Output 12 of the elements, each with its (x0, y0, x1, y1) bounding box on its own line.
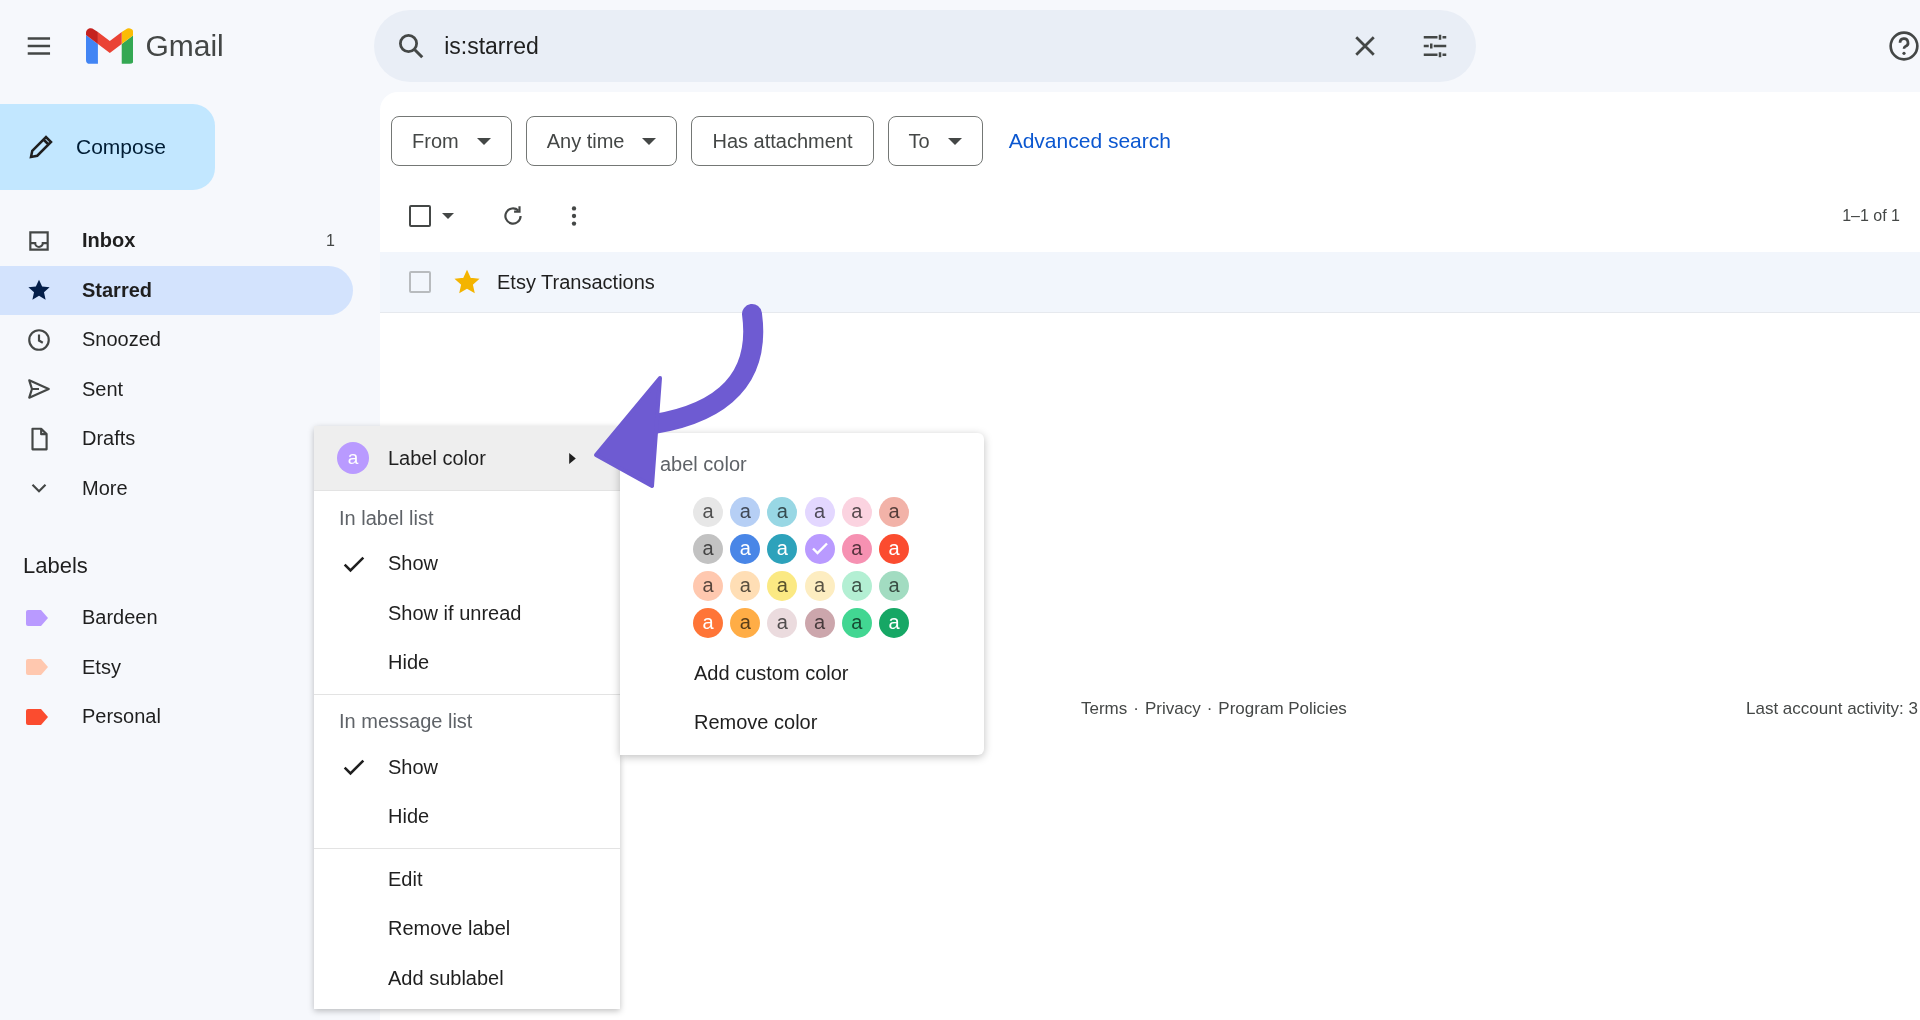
account-activity-text: Last account activity: 3 (1746, 699, 1918, 719)
email-sender: Etsy Transactions (497, 270, 655, 294)
label-color-avatar: a (337, 442, 369, 474)
labels-heading: Labels (23, 553, 89, 579)
submenu-title: abel color (659, 453, 748, 477)
pagination-text: 1–1 of 1 (1842, 207, 1900, 225)
menu-section-heading: In message list (338, 709, 474, 734)
menu-section-heading: In label list (338, 505, 435, 531)
unread-count: 1 (326, 231, 335, 250)
separator-dot: · (1206, 699, 1213, 719)
app-name: Gmail (145, 29, 225, 63)
separator-dot: · (1133, 699, 1139, 719)
